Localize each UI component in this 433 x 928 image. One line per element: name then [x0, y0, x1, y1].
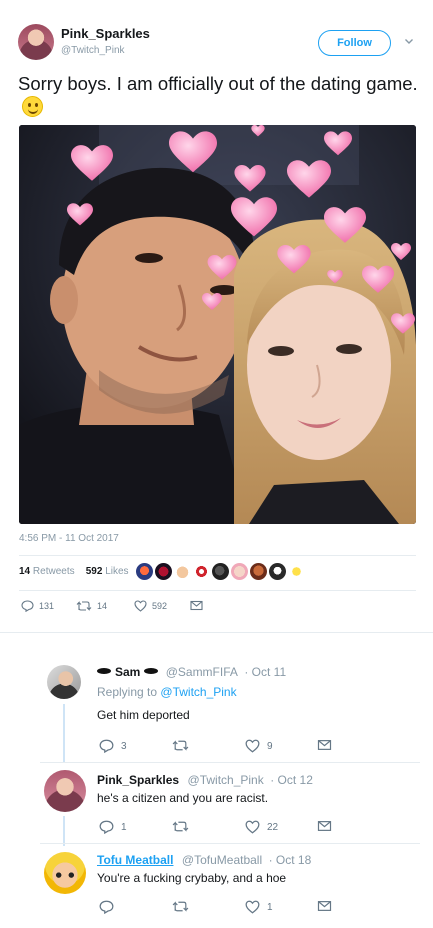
like-action[interactable]: 22	[245, 820, 278, 834]
author-display-name[interactable]: Pink_Sparkles	[61, 26, 150, 41]
reply-handle[interactable]: @TofuMeatball	[182, 853, 262, 867]
retweets-count[interactable]: 14	[19, 566, 30, 577]
liker-avatar[interactable]	[193, 563, 210, 580]
sunglasses-icon	[144, 668, 159, 674]
likes-label[interactable]: Likes	[105, 566, 128, 577]
heart-icon	[245, 900, 260, 914]
dm-action[interactable]	[317, 739, 332, 751]
like-action[interactable]: 1	[245, 900, 273, 914]
reply-avatar[interactable]	[44, 852, 86, 894]
reply-text: Get him deported	[97, 708, 190, 722]
thread-line	[63, 704, 65, 762]
sunglasses-icon	[97, 668, 111, 674]
divider	[19, 555, 416, 556]
replying-to-label: Replying to	[97, 685, 158, 699]
author-handle[interactable]: @Twitch_Pink	[61, 45, 125, 56]
reply-avatar[interactable]	[44, 770, 86, 812]
reply-date[interactable]: · Oct 18	[269, 853, 312, 867]
like-action[interactable]: 592	[134, 600, 167, 612]
reply-count: 131	[39, 601, 55, 611]
replying-to-handle[interactable]: @Twitch_Pink	[160, 685, 236, 699]
reply-text: he's a citizen and you are racist.	[97, 791, 269, 805]
envelope-icon	[317, 820, 332, 832]
smiley-emoji-icon	[22, 96, 43, 117]
reply-action[interactable]: 1	[99, 820, 127, 834]
like-count: 592	[152, 601, 168, 611]
reply-icon	[21, 600, 34, 612]
envelope-icon	[317, 739, 332, 751]
liker-avatar[interactable]	[269, 563, 286, 580]
section-divider	[0, 632, 433, 648]
heart-icon	[245, 739, 260, 753]
reply-display-name[interactable]: Sam	[97, 665, 162, 679]
dm-action[interactable]	[190, 600, 203, 611]
heart-icon	[134, 600, 147, 612]
reply-action[interactable]: 131	[21, 600, 54, 612]
reply-header: Pink_Sparkles @Twitch_Pink · Oct 12	[97, 771, 313, 789]
reply-date[interactable]: · Oct 12	[270, 773, 313, 787]
reply-action[interactable]: 3	[99, 739, 127, 753]
divider	[40, 843, 420, 844]
dm-action[interactable]	[317, 820, 332, 832]
envelope-icon	[190, 600, 203, 611]
envelope-icon	[317, 900, 332, 912]
dm-action[interactable]	[317, 900, 332, 912]
reply-avatar[interactable]	[47, 665, 81, 699]
divider	[40, 762, 420, 763]
tweet-timestamp[interactable]: 4:56 PM - 11 Oct 2017	[19, 533, 119, 544]
retweets-label[interactable]: Retweets	[33, 566, 75, 577]
reply-date[interactable]: · Oct 11	[244, 665, 286, 679]
retweet-count: 14	[97, 601, 108, 611]
heart-icon	[245, 820, 260, 834]
liker-avatar[interactable]	[250, 563, 267, 580]
reply-count: 3	[121, 740, 127, 752]
reply-icon	[99, 900, 114, 914]
divider	[19, 590, 416, 591]
reply-header: Sam @SammFIFA · Oct 11	[97, 663, 286, 681]
liker-avatar[interactable]	[231, 563, 248, 580]
reply-handle[interactable]: @Twitch_Pink	[188, 773, 264, 787]
like-action[interactable]: 9	[245, 739, 273, 753]
liker-avatar[interactable]	[288, 563, 305, 580]
chevron-down-icon[interactable]	[404, 36, 414, 46]
reply-action[interactable]	[99, 900, 121, 914]
tweet-stats: 14 Retweets 592 Likes	[19, 566, 129, 577]
reply-display-name[interactable]: Tofu Meatball	[97, 853, 173, 867]
liker-avatar[interactable]	[174, 563, 191, 580]
retweet-icon	[172, 739, 189, 752]
retweet-action[interactable]	[172, 739, 196, 752]
reply-handle[interactable]: @SammFIFA	[166, 665, 238, 679]
like-count: 22	[267, 821, 279, 833]
retweet-action[interactable]: 14	[76, 600, 107, 612]
reply-display-name[interactable]: Pink_Sparkles	[97, 773, 179, 787]
retweet-action[interactable]	[172, 820, 196, 833]
reply-header: Tofu Meatball @TofuMeatball · Oct 18	[97, 851, 311, 869]
liker-avatar[interactable]	[212, 563, 229, 580]
tweet-photo[interactable]	[19, 125, 416, 524]
retweet-action[interactable]	[172, 900, 196, 913]
tweet-text: Sorry boys. I am officially out of the d…	[18, 72, 418, 118]
retweet-icon	[76, 600, 92, 612]
retweet-icon	[172, 820, 189, 833]
like-count: 1	[267, 901, 273, 913]
reply-icon	[99, 739, 114, 753]
likes-count[interactable]: 592	[86, 566, 103, 577]
reply-count: 1	[121, 821, 127, 833]
retweet-icon	[172, 900, 189, 913]
reply-text: You're a fucking crybaby, and a hoe	[97, 871, 287, 885]
replying-to: Replying to @Twitch_Pink	[97, 685, 237, 699]
like-count: 9	[267, 740, 273, 752]
thread-line	[63, 816, 65, 846]
liker-avatars	[136, 563, 305, 581]
author-avatar[interactable]	[18, 24, 54, 60]
reply-icon	[99, 820, 114, 834]
liker-avatar[interactable]	[136, 563, 153, 580]
follow-button[interactable]: Follow	[318, 30, 391, 56]
liker-avatar[interactable]	[155, 563, 172, 580]
